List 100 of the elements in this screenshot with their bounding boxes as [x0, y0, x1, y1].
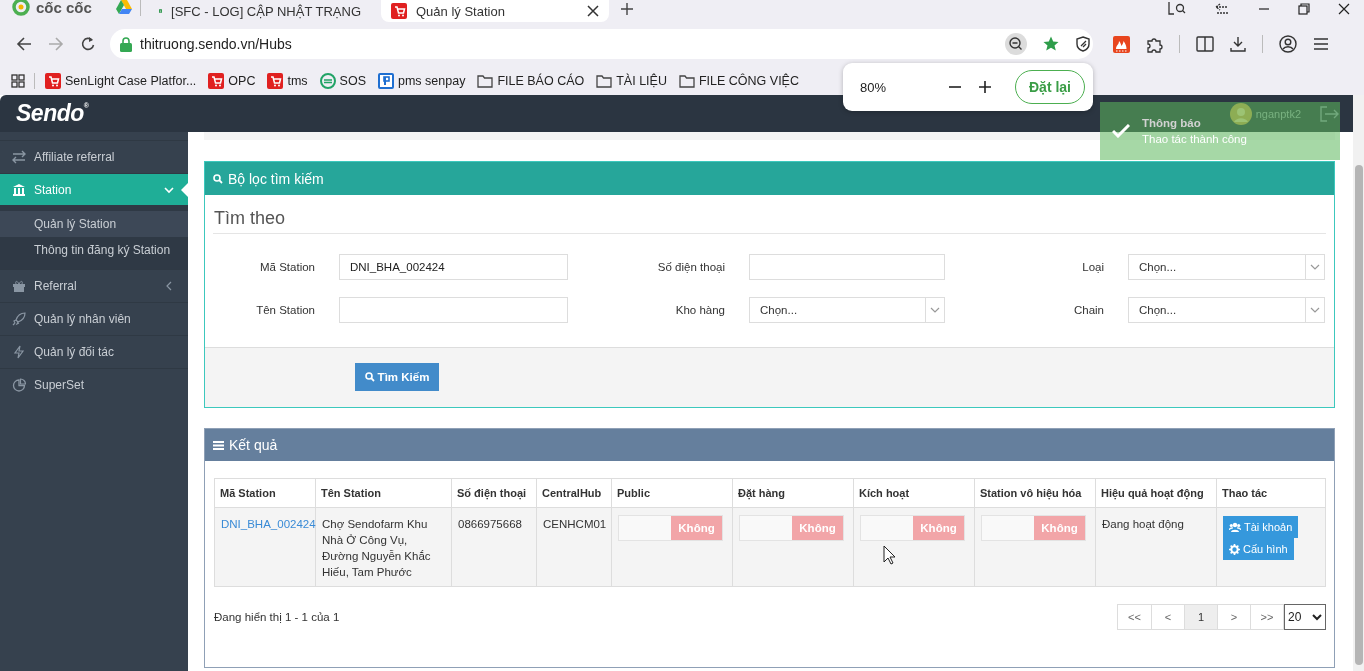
puzzle-icon[interactable] — [1146, 35, 1163, 53]
column-header: CentralHub — [536, 478, 612, 508]
caret-icon — [1312, 613, 1322, 621]
panel-title: Bộ lọc tìm kiếm — [228, 170, 324, 187]
reset-button[interactable]: Đặt lại — [1015, 70, 1085, 104]
column-header: Public — [611, 478, 733, 508]
p-logo-icon — [378, 72, 394, 89]
field-label: Tên Station — [255, 304, 316, 316]
folder-icon — [678, 73, 695, 88]
gift-icon — [12, 279, 26, 293]
zoom-out-icon[interactable] — [1005, 33, 1027, 55]
column-header: Đặt hàng — [732, 478, 854, 508]
section-heading: Tìm theo — [213, 205, 1326, 234]
tab-search-icon[interactable] — [1168, 2, 1186, 16]
zoom-level-text: 80% — [860, 79, 888, 95]
close-icon[interactable] — [587, 5, 599, 17]
panel-title: Kết quả — [229, 437, 278, 453]
bookmark[interactable]: FILE BÁO CÁO — [477, 73, 585, 88]
page-button[interactable]: > — [1217, 604, 1251, 630]
table-cell: CENHCM01 — [536, 507, 612, 587]
search-button[interactable]: Tìm Kiếm — [355, 363, 439, 391]
cart-icon — [391, 3, 407, 19]
folder-icon — [596, 73, 613, 88]
chevron-down-icon[interactable] — [164, 184, 174, 195]
text-field[interactable] — [339, 297, 568, 323]
reader-icon[interactable] — [1196, 36, 1214, 52]
scrollbar-thumb[interactable] — [1354, 165, 1363, 665]
bookmark[interactable]: SenLight Case Platfor... — [45, 72, 197, 89]
bookmark[interactable]: tms — [267, 72, 308, 89]
text-field[interactable]: DNI_BHA_002424 — [339, 254, 568, 280]
pie-chart-icon — [12, 378, 26, 392]
address-bar[interactable]: thitruong.sendo.vn/Hubs — [110, 29, 1093, 59]
menu-icon[interactable] — [1313, 37, 1329, 51]
back-list-icon[interactable] — [1214, 2, 1230, 16]
app-logo[interactable]: Sendo$^{®}$ — [16, 100, 89, 127]
column-header: Station vô hiệu hóa — [974, 478, 1096, 508]
sidebar-item[interactable]: Referral — [0, 269, 188, 302]
sidebar-subitem[interactable]: Quản lý Station — [0, 211, 188, 237]
text-field[interactable] — [749, 254, 945, 280]
bookmark[interactable]: TÀI LIỆU — [596, 73, 667, 88]
column-header: Thao tác — [1216, 478, 1326, 508]
list-icon — [213, 440, 224, 450]
shield-icon[interactable] — [1075, 36, 1091, 52]
restore-icon[interactable] — [1298, 3, 1310, 15]
plus-icon[interactable] — [978, 80, 992, 94]
reload-icon[interactable] — [80, 36, 96, 52]
folder-icon — [477, 73, 494, 88]
page-button[interactable]: << — [1117, 604, 1152, 630]
fire-extension-icon[interactable] — [1113, 35, 1130, 53]
table-cell: 0866975668 — [451, 507, 537, 587]
gear-icon — [1229, 543, 1240, 555]
drive-icon[interactable] — [116, 0, 132, 14]
column-header: Tên Station — [315, 478, 452, 508]
page-button[interactable]: 1 — [1184, 604, 1218, 630]
search-icon — [364, 372, 375, 382]
field-label: Mã Station — [259, 261, 316, 273]
bookmark[interactable]: FILE CÔNG VIỆC — [678, 73, 799, 88]
search-icon — [213, 173, 223, 184]
scrollbar[interactable] — [1353, 95, 1364, 671]
apps-icon[interactable] — [11, 73, 25, 88]
bolt-icon — [12, 345, 26, 359]
page-size-select[interactable]: 20 — [1284, 604, 1326, 630]
mouse-cursor-icon — [883, 545, 896, 565]
page-button[interactable]: >> — [1250, 604, 1284, 630]
field-label: Số điện thoại — [656, 261, 726, 273]
rocket-icon — [12, 312, 26, 326]
page-button[interactable]: < — [1151, 604, 1185, 630]
browser-tab[interactable]: [SFC - LOG] CẬP NHẬT TRẠNG — [149, 0, 371, 22]
cart-icon — [208, 72, 225, 89]
profile-icon[interactable] — [1279, 35, 1297, 53]
dropdown[interactable]: Chọn... — [1128, 297, 1325, 323]
users-icon — [1229, 522, 1241, 532]
sidebar-subitem[interactable]: Thông tin đăng ký Station — [0, 237, 188, 263]
result-summary: Đang hiển thị 1 - 1 của 1 — [214, 611, 340, 623]
chevron-left-icon[interactable] — [164, 281, 174, 291]
table-cell: Chợ Sendofarm Khu Nhà Ở Công Vụ, Đường Nguyễn Khắc Hiếu, Tam Phước — [315, 507, 452, 587]
dropdown[interactable]: Chọn... — [1128, 254, 1325, 280]
browser-tab[interactable]: Quản lý Station — [381, 0, 609, 22]
cart-icon — [267, 72, 284, 89]
close-icon[interactable] — [1338, 3, 1350, 15]
back-icon[interactable] — [16, 36, 32, 52]
dropdown[interactable]: Chọn... — [749, 297, 945, 323]
bookmark[interactable]: SOS — [319, 72, 366, 89]
notification-title: Thông báo — [1142, 117, 1202, 129]
column-header: Hiệu quả hoạt động — [1095, 478, 1217, 508]
lock-icon — [120, 36, 132, 52]
field-label: Chain — [1072, 304, 1105, 316]
browser-logo-icon — [12, 0, 30, 16]
field-label: Kho hàng — [674, 304, 726, 316]
bank-icon — [12, 182, 26, 197]
table-cell: Đang hoạt động — [1095, 507, 1217, 587]
field-label: Loại — [1081, 261, 1105, 273]
new-tab-icon[interactable] — [621, 3, 633, 15]
bookmark[interactable]: OPC — [208, 72, 256, 89]
cart-icon — [45, 72, 61, 89]
star-icon[interactable] — [1043, 36, 1059, 52]
download-icon[interactable] — [1230, 36, 1246, 52]
browser-brand: cốc cốc — [36, 0, 92, 16]
notification-message: Thao tác thành công — [1142, 133, 1247, 145]
bookmark[interactable]: pms senpay — [378, 72, 466, 89]
